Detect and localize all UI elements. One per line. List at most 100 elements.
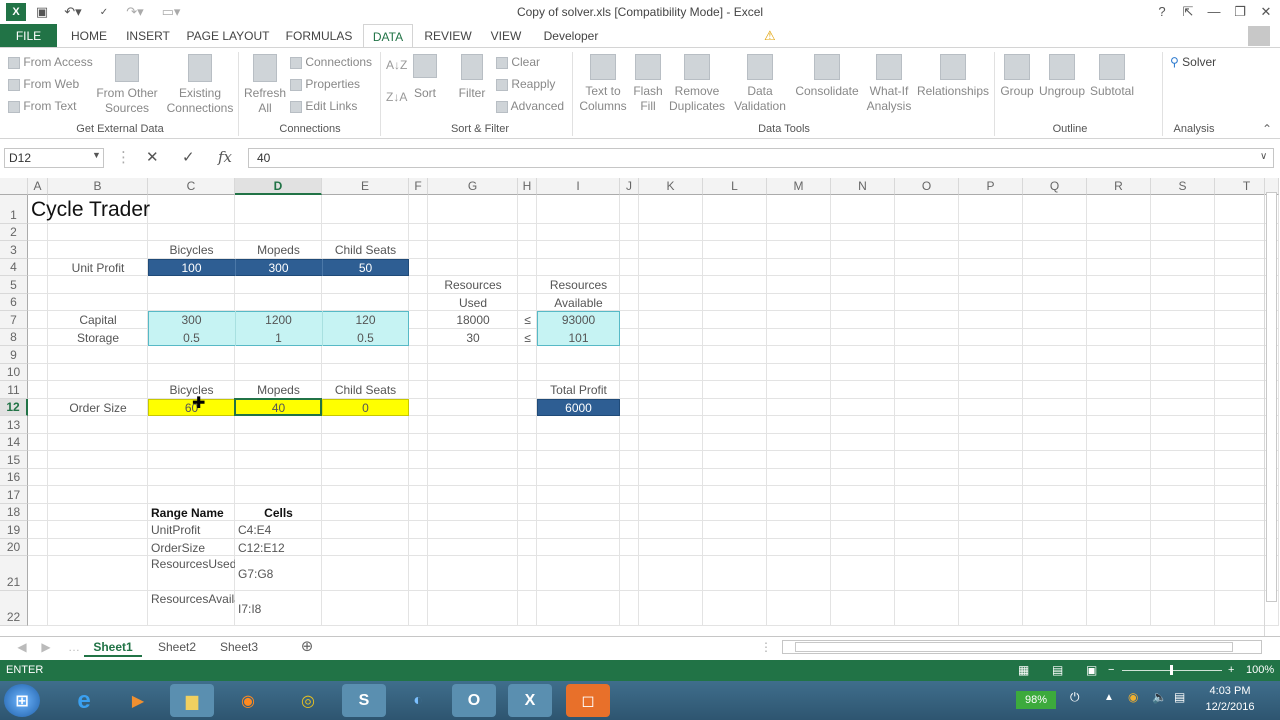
sheet-tab-sheet3[interactable]: Sheet3 — [210, 637, 268, 657]
next-sheet-icon[interactable]: ▶ — [38, 637, 54, 657]
cancel-entry-icon[interactable]: ✕ — [146, 148, 159, 166]
cell-i7[interactable]: 93000 — [537, 311, 620, 329]
confirm-entry-icon[interactable]: ✓ — [182, 148, 195, 166]
from-text-button[interactable]: From Text — [8, 99, 76, 113]
row-header-9[interactable]: 9 — [0, 346, 28, 364]
column-header-m[interactable]: M — [767, 178, 831, 195]
network-icon[interactable]: ▤ — [1174, 690, 1185, 704]
row-header-12[interactable]: 12 — [0, 399, 28, 416]
column-header-c[interactable]: C — [148, 178, 235, 195]
vertical-scroll-thumb[interactable] — [1266, 192, 1277, 602]
column-header-f[interactable]: F — [409, 178, 428, 195]
column-header-j[interactable]: J — [620, 178, 639, 195]
name-box-dropdown-icon[interactable]: ▼ — [92, 150, 101, 160]
cell-c7[interactable]: 300 — [148, 311, 235, 329]
cell-d20[interactable]: C12:E12 — [235, 539, 322, 556]
cell-c19[interactable]: UnitProfit — [148, 521, 235, 539]
row-header-10[interactable]: 10 — [0, 364, 28, 381]
tab-view[interactable]: VIEW — [484, 24, 528, 48]
cell-d21[interactable]: G7:G8 — [235, 556, 322, 591]
zoom-in-icon[interactable]: + — [1228, 664, 1234, 676]
cell-c3[interactable]: Bicycles — [148, 241, 235, 259]
cell-c8[interactable]: 0.5 — [148, 329, 235, 346]
volume-icon[interactable]: 🔈 — [1152, 690, 1167, 704]
tab-split-icon[interactable]: ⋮ — [760, 637, 772, 657]
media-player-icon[interactable]: ▶ — [116, 684, 160, 717]
cell-i8[interactable]: 101 — [537, 329, 620, 346]
cell-d4[interactable]: 300 — [235, 259, 322, 276]
tab-review[interactable]: REVIEW — [418, 24, 478, 48]
column-header-n[interactable]: N — [831, 178, 895, 195]
row-header-8[interactable]: 8 — [0, 329, 28, 346]
cell-d22[interactable]: I7:I8 — [235, 591, 322, 626]
power-icon[interactable]: ⏻ — [1070, 690, 1080, 705]
column-header-e[interactable]: E — [322, 178, 409, 195]
firefox-icon[interactable]: ◉ — [226, 684, 270, 717]
cell-i5[interactable]: Resources — [537, 276, 620, 294]
horizontal-scrollbar[interactable] — [782, 640, 1262, 654]
tab-developer[interactable]: Developer — [535, 24, 607, 48]
what-if-analysis-button[interactable]: What-If Analysis — [862, 54, 916, 114]
new-sheet-icon[interactable]: ⊕ — [296, 637, 318, 657]
cell-i6[interactable]: Available — [537, 294, 620, 311]
column-header-g[interactable]: G — [428, 178, 518, 195]
from-access-button[interactable]: From Access — [8, 55, 93, 69]
row-header-19[interactable]: 19 — [0, 521, 28, 539]
relationships-button[interactable]: Relationships — [916, 54, 990, 99]
filter-button[interactable]: Filter — [454, 54, 490, 101]
avatar[interactable] — [1248, 26, 1270, 46]
column-header-a[interactable]: A — [28, 178, 48, 195]
sheet-tab-sheet2[interactable]: Sheet2 — [148, 637, 206, 657]
column-header-p[interactable]: P — [959, 178, 1023, 195]
consolidate-button[interactable]: Consolidate — [794, 54, 860, 99]
outlook-icon[interactable]: O — [452, 684, 496, 717]
refresh-all-button[interactable]: Refresh All — [242, 54, 288, 116]
from-other-sources-button[interactable]: From Other Sources — [96, 54, 158, 116]
zoom-level[interactable]: 100% — [1246, 664, 1274, 676]
clock-time[interactable]: 4:03 PM — [1200, 685, 1260, 697]
minimize-button[interactable]: — — [1202, 2, 1226, 22]
cell-g7[interactable]: 18000 — [428, 311, 518, 329]
screen-recorder-icon[interactable]: ◻ — [566, 684, 610, 717]
row-header-17[interactable]: 17 — [0, 486, 28, 504]
row-header-14[interactable]: 14 — [0, 434, 28, 451]
zoom-out-icon[interactable]: − — [1108, 664, 1114, 676]
cell-e3[interactable]: Child Seats — [322, 241, 409, 259]
text-to-columns-button[interactable]: Text to Columns — [576, 54, 630, 114]
cell-d19[interactable]: C4:E4 — [235, 521, 322, 539]
cell-e12[interactable]: 0 — [322, 399, 409, 416]
spreadsheet-grid[interactable]: A B C D E F G H I J K L M N O P Q R S T 1 2 3 4 5 6 7 8 9 10 11 12 13 14 1… — [0, 178, 1280, 638]
column-header-d[interactable]: D — [235, 178, 322, 195]
connections-button[interactable]: Connections — [290, 55, 372, 69]
data-validation-button[interactable]: Data Validation — [728, 54, 792, 114]
help-button[interactable]: ? — [1150, 2, 1174, 22]
row-header-6[interactable]: 6 — [0, 294, 28, 311]
active-cell-border[interactable] — [234, 398, 322, 416]
row-header-16[interactable]: 16 — [0, 469, 28, 486]
cell-d18[interactable]: Cells — [235, 504, 322, 521]
cell-d7[interactable]: 1200 — [235, 311, 322, 329]
chrome-icon[interactable]: ◎ — [286, 684, 330, 717]
row-header-7[interactable]: 7 — [0, 311, 28, 329]
column-header-s[interactable]: S — [1151, 178, 1215, 195]
sheet-tab-sheet1[interactable]: Sheet1 — [84, 637, 142, 657]
skype-icon[interactable]: S — [342, 684, 386, 717]
cell-e11[interactable]: Child Seats — [322, 381, 409, 399]
row-header-21[interactable]: 21 — [0, 556, 28, 591]
scroll-thumb[interactable] — [795, 642, 1233, 652]
ribbon-display-icon[interactable]: ⇱ — [1176, 2, 1200, 22]
cell-c4[interactable]: 100 — [148, 259, 235, 276]
column-header-b[interactable]: B — [48, 178, 148, 195]
remote-assistance-icon[interactable]: ◐ — [396, 684, 440, 717]
column-header-o[interactable]: O — [895, 178, 959, 195]
sort-az-icon[interactable]: A↓Z — [386, 58, 407, 72]
zoom-slider-thumb[interactable] — [1170, 665, 1173, 675]
clock-date[interactable]: 12/2/2016 — [1200, 701, 1260, 713]
cell-g6[interactable]: Used — [428, 294, 518, 311]
page-break-view-icon[interactable]: ▣ — [1086, 663, 1097, 677]
expand-formula-icon[interactable]: ∨ — [1260, 151, 1267, 162]
column-header-k[interactable]: K — [639, 178, 703, 195]
cell-i12[interactable]: 6000 — [537, 399, 620, 416]
row-header-22[interactable]: 22 — [0, 591, 28, 626]
cell-a1[interactable]: Cycle Trader — [28, 195, 288, 224]
